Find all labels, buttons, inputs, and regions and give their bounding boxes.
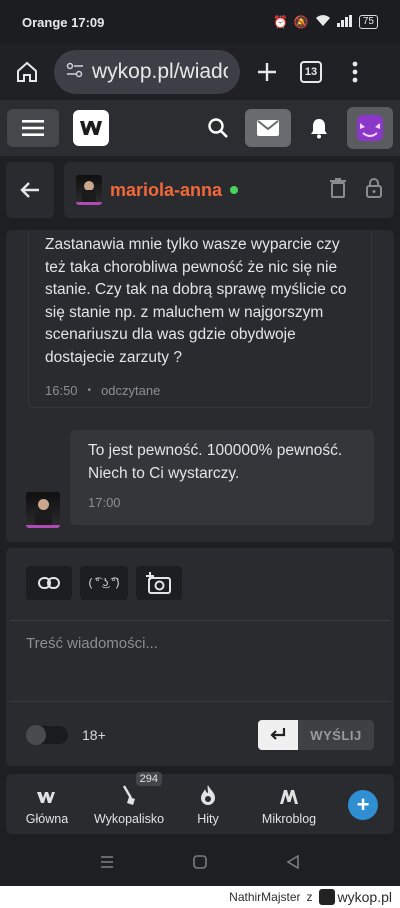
trash-icon[interactable] bbox=[330, 177, 346, 203]
message-text: Zastanawia mnie tylko wasze wyparcie czy… bbox=[45, 236, 347, 366]
adult-content-label: 18+ bbox=[82, 727, 106, 743]
nav-item-wykopalisko[interactable]: 294 Wykopalisko bbox=[88, 772, 170, 826]
bottom-navigation: Główna 294 Wykopalisko Hity Mikroblog + bbox=[6, 772, 394, 834]
nav-item-hity[interactable]: Hity bbox=[170, 784, 246, 826]
lock-icon[interactable] bbox=[366, 177, 382, 203]
wifi-icon bbox=[315, 14, 331, 30]
shovel-icon bbox=[122, 785, 135, 805]
watermark-author: NathirMajster bbox=[229, 890, 301, 904]
adult-content-toggle[interactable] bbox=[26, 725, 68, 745]
online-status-dot bbox=[230, 186, 239, 194]
meta-separator: • bbox=[87, 385, 92, 396]
status-carrier-time: Orange 17:09 bbox=[22, 14, 105, 30]
url-text: wykop.pl/wiado bbox=[92, 60, 228, 83]
search-icon[interactable] bbox=[199, 109, 237, 147]
message-composer: ( ͡° ͜ʖ ͡°) 18+ WYŚLIJ bbox=[6, 548, 394, 766]
back-arrow-icon[interactable] bbox=[6, 162, 54, 218]
message-outgoing: To jest pewność. 100000% pewność. Niech … bbox=[70, 430, 374, 525]
site-settings-icon[interactable] bbox=[66, 62, 84, 83]
messages-list: Zastanawia mnie tylko wasze wyparcie czy… bbox=[6, 230, 394, 542]
signal-icon bbox=[336, 14, 353, 30]
conversation-user-avatar[interactable] bbox=[76, 175, 102, 205]
home-icon[interactable] bbox=[10, 55, 44, 89]
wykop-home-icon bbox=[37, 792, 55, 803]
insert-link-icon[interactable] bbox=[26, 566, 72, 600]
send-label: WYŚLIJ bbox=[310, 727, 362, 743]
back-triangle-icon[interactable] bbox=[286, 853, 300, 874]
status-bar: Orange 17:09 ⏰ 🔕 75 bbox=[0, 0, 400, 44]
message-time: 17:00 bbox=[88, 495, 121, 510]
watermark-connector: z bbox=[306, 890, 313, 904]
send-button[interactable]: WYŚLIJ bbox=[258, 720, 374, 750]
avatar-icon bbox=[357, 115, 383, 141]
message-text: To jest pewność. 100000% pewność. Niech … bbox=[88, 442, 343, 482]
enter-key-icon bbox=[258, 720, 298, 750]
hamburger-menu-icon[interactable] bbox=[7, 109, 59, 147]
nav-item-mikroblog[interactable]: Mikroblog bbox=[246, 788, 332, 826]
android-navigation-bar bbox=[0, 840, 400, 886]
notifications-bell-icon[interactable] bbox=[299, 109, 339, 147]
flame-icon bbox=[201, 785, 215, 805]
nav-label: Wykopalisko bbox=[93, 812, 165, 826]
battery-icon: 75 bbox=[358, 15, 378, 29]
message-read-status: odczytane bbox=[101, 383, 161, 398]
status-icons: ⏰ 🔕 75 bbox=[272, 14, 378, 30]
watermark-brand: wykop.pl bbox=[318, 889, 392, 905]
conversation-user: mariola-anna bbox=[64, 162, 394, 218]
wykop-logo[interactable] bbox=[73, 110, 109, 146]
browser-toolbar: wykop.pl/wiado 13 bbox=[0, 44, 400, 100]
nav-label: Mikroblog bbox=[261, 812, 317, 826]
conversation-username[interactable]: mariola-anna bbox=[110, 180, 222, 201]
mute-icon: 🔕 bbox=[293, 15, 309, 29]
lenny-face-button[interactable]: ( ͡° ͜ʖ ͡°) bbox=[80, 566, 128, 600]
message-incoming: Zastanawia mnie tylko wasze wyparcie czy… bbox=[28, 230, 372, 408]
browser-menu-icon[interactable] bbox=[338, 55, 372, 89]
address-bar[interactable]: wykop.pl/wiado bbox=[54, 50, 240, 94]
add-content-plus-icon[interactable]: + bbox=[348, 790, 378, 820]
nav-label: Główna bbox=[25, 812, 69, 826]
add-photo-icon[interactable] bbox=[136, 566, 182, 600]
home-square-icon[interactable] bbox=[193, 853, 207, 874]
message-input[interactable] bbox=[10, 620, 390, 702]
message-meta: 17:00 bbox=[88, 495, 356, 510]
app-header bbox=[0, 100, 400, 156]
recent-apps-icon[interactable] bbox=[100, 853, 114, 874]
message-time: 16:50 bbox=[45, 383, 78, 398]
wykopalisko-count-badge: 294 bbox=[135, 772, 162, 786]
message-author-avatar[interactable] bbox=[26, 492, 60, 528]
nav-item-glowna[interactable]: Główna bbox=[6, 788, 88, 826]
conversation-header: mariola-anna bbox=[6, 162, 394, 218]
messages-button[interactable] bbox=[245, 109, 291, 147]
wykop-small-logo-icon bbox=[318, 889, 335, 905]
mikroblog-icon bbox=[280, 790, 298, 804]
user-avatar-button[interactable] bbox=[347, 107, 393, 149]
tab-count: 13 bbox=[300, 61, 322, 83]
message-meta: 16:50 • odczytane bbox=[45, 383, 355, 398]
new-tab-icon[interactable] bbox=[250, 55, 284, 89]
mail-icon bbox=[257, 120, 279, 136]
tab-switcher-button[interactable]: 13 bbox=[294, 55, 328, 89]
nav-label: Hity bbox=[197, 812, 219, 826]
alarm-icon: ⏰ bbox=[272, 15, 288, 29]
composer-toolbar: ( ͡° ͜ʖ ͡°) bbox=[26, 566, 182, 600]
watermark-footer: NathirMajster z wykop.pl bbox=[0, 886, 400, 908]
